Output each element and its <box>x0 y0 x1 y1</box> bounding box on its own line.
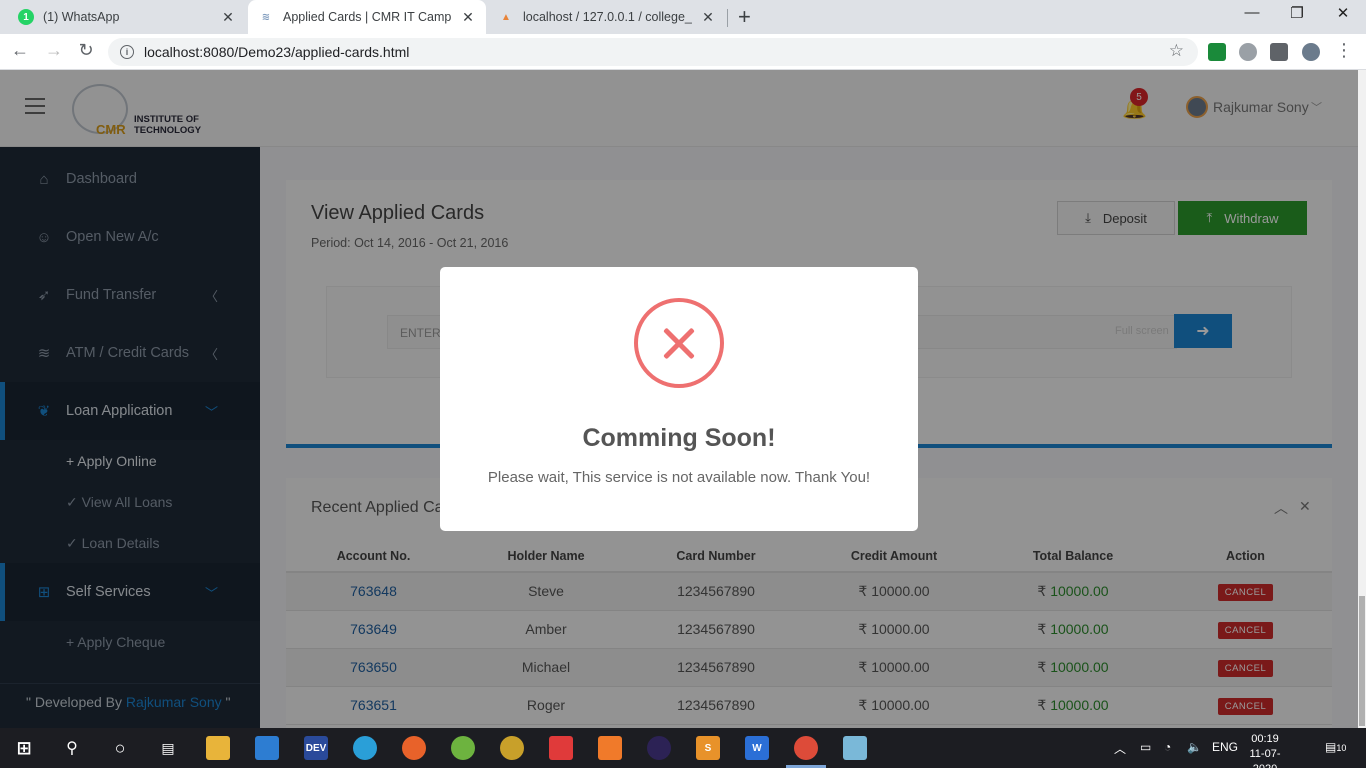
app-icon[interactable] <box>843 736 867 760</box>
chrome-icon[interactable] <box>794 736 818 760</box>
close-icon[interactable]: ✕ <box>700 9 716 26</box>
extensions-puzzle-icon[interactable] <box>1270 43 1288 61</box>
bookmark-star-icon[interactable]: ☆ <box>1169 41 1184 61</box>
search-icon[interactable]: ⚲ <box>60 736 84 760</box>
maximize-icon[interactable]: ❐ <box>1274 4 1320 22</box>
clock-date: 11-07-2020 <box>1249 748 1281 768</box>
tab-phpmyadmin[interactable]: ▲ localhost / 127.0.0.1 / college_ba ✕ <box>488 0 726 34</box>
tab-divider <box>727 9 728 27</box>
address-bar[interactable]: i localhost:8080/Demo23/applied-cards.ht… <box>108 38 1198 66</box>
app-icon[interactable] <box>500 736 524 760</box>
new-tab-icon[interactable]: + <box>738 4 751 30</box>
system-clock[interactable]: 00:19 11-07-2020 <box>1240 732 1290 768</box>
task-view-icon[interactable]: ▤ <box>156 736 180 760</box>
cmr-favicon-icon: ≋ <box>261 11 271 23</box>
file-explorer-icon[interactable] <box>206 736 230 760</box>
xampp-icon[interactable] <box>598 736 622 760</box>
profile-avatar-icon[interactable] <box>1302 43 1320 61</box>
eclipse-icon[interactable] <box>647 736 671 760</box>
notification-center-icon[interactable]: ▤10 <box>1325 740 1346 754</box>
phpmyadmin-icon: ▲ <box>501 11 511 23</box>
notification-count: 10 <box>1336 743 1347 753</box>
reload-icon[interactable]: ↻ <box>74 40 98 61</box>
info-icon[interactable]: i <box>120 45 134 59</box>
wps-writer-icon[interactable]: W <box>745 736 769 760</box>
volume-icon[interactable]: 🔈 <box>1187 740 1202 754</box>
close-icon[interactable]: ✕ <box>220 9 236 26</box>
whatsapp-icon: 1 <box>18 9 34 25</box>
url-text[interactable]: localhost:8080/Demo23/applied-cards.html <box>144 44 409 60</box>
battery-icon[interactable]: ▭ <box>1140 740 1151 754</box>
store-icon[interactable] <box>255 736 279 760</box>
tab-applied-cards[interactable]: ≋ Applied Cards | CMR IT Campus B ✕ <box>248 0 486 34</box>
browser-menu-icon[interactable]: ⋮ <box>1332 40 1356 61</box>
browser-toolbar: ← → ↻ i localhost:8080/Demo23/applied-ca… <box>0 34 1366 70</box>
modal-message: Please wait, This service is not availab… <box>487 469 871 486</box>
devcpp-icon[interactable]: DEV <box>304 736 328 760</box>
windows-taskbar: ⊞ ⚲ ○ ▤ DEV S W ︿ ▭ ◔ 🔈 ENG 00:19 11-07-… <box>0 728 1366 768</box>
wifi-icon[interactable]: ◔ <box>1164 740 1171 754</box>
scrollbar-thumb[interactable] <box>1359 596 1365 726</box>
tab-label: localhost / 127.0.0.1 / college_ba <box>523 10 692 24</box>
sublime-icon[interactable]: S <box>696 736 720 760</box>
spring-icon[interactable] <box>451 736 475 760</box>
clock-time: 00:19 <box>1251 733 1279 745</box>
tab-label: Applied Cards | CMR IT Campus B <box>283 10 452 24</box>
language-indicator[interactable]: ENG <box>1212 740 1238 754</box>
window-close-icon[interactable]: ✕ <box>1320 4 1366 22</box>
close-icon[interactable]: ✕ <box>460 9 476 26</box>
browser-tab-strip: 1 (1) WhatsApp ✕ ≋ Applied Cards | CMR I… <box>0 0 1366 34</box>
cortana-icon[interactable]: ○ <box>108 736 132 760</box>
tab-label: (1) WhatsApp <box>43 10 120 24</box>
minimize-icon[interactable]: — <box>1229 4 1275 21</box>
anydesk-icon[interactable] <box>549 736 573 760</box>
tray-chevron-up-icon[interactable]: ︿ <box>1114 740 1126 757</box>
firefox-icon[interactable] <box>402 736 426 760</box>
windows-start-icon[interactable]: ⊞ <box>12 736 36 760</box>
extension-drive-icon[interactable] <box>1239 43 1257 61</box>
coming-soon-modal: Comming Soon! Please wait, This service … <box>440 267 918 531</box>
tab-whatsapp[interactable]: 1 (1) WhatsApp ✕ <box>8 0 246 34</box>
modal-title: Comming Soon! <box>582 424 776 452</box>
extension-sheets-icon[interactable] <box>1208 43 1226 61</box>
edge-icon[interactable] <box>353 736 377 760</box>
back-icon[interactable]: ← <box>8 40 32 61</box>
error-x-icon <box>634 298 724 388</box>
forward-icon[interactable]: → <box>42 40 66 61</box>
